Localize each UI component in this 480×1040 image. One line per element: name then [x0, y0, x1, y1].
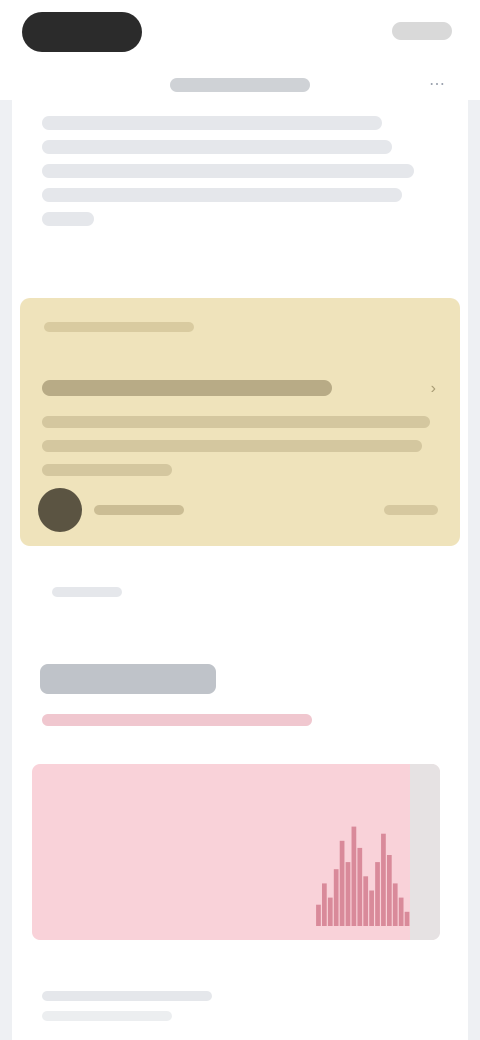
avatar — [38, 488, 82, 532]
page-title-placeholder — [170, 78, 310, 92]
intro-line — [42, 116, 382, 130]
more-link[interactable] — [46, 584, 122, 598]
intro-line — [42, 164, 414, 178]
chart-bar — [398, 897, 404, 926]
chevron-right-icon: › — [430, 380, 436, 397]
chart-bar — [392, 883, 398, 926]
card-body-line — [42, 464, 172, 476]
card-meta — [384, 502, 438, 515]
section-title-placeholder — [40, 664, 216, 694]
chart-bar — [386, 855, 392, 926]
right-gutter — [468, 100, 480, 1040]
chart-bar — [333, 869, 339, 926]
intro-paragraph — [42, 116, 422, 236]
chart-bar — [322, 883, 327, 926]
chart-bar — [381, 833, 386, 926]
card-eyebrow-placeholder — [44, 322, 194, 332]
card-body — [42, 416, 432, 488]
section-title — [40, 660, 216, 694]
pill-label — [22, 12, 142, 52]
status-indicator — [392, 22, 452, 40]
card-meta-placeholder — [384, 505, 438, 515]
page-title — [120, 72, 360, 100]
card-eyebrow — [44, 318, 194, 332]
intro-line — [42, 140, 392, 154]
card-author-placeholder — [94, 505, 184, 515]
chart-bar — [369, 890, 374, 926]
card-title — [42, 376, 332, 396]
section-subtitle-placeholder — [42, 714, 312, 726]
chart-bar — [357, 847, 363, 926]
more-link-placeholder — [52, 586, 122, 597]
chart-bar — [351, 826, 357, 926]
featured-card[interactable]: › — [20, 298, 460, 546]
chart-bar — [363, 876, 369, 926]
chart-bar — [375, 862, 380, 926]
intro-line — [42, 212, 94, 226]
section-subtitle — [42, 710, 312, 726]
chart-panel — [32, 764, 440, 940]
dynamic-island-pill — [22, 12, 142, 52]
left-gutter — [0, 100, 12, 1040]
chart-bar — [339, 840, 345, 926]
chart-bar — [345, 862, 351, 926]
card-body-line — [42, 440, 422, 452]
caption-line — [42, 1011, 172, 1021]
chart-edge — [410, 764, 440, 940]
card-body-line — [42, 416, 430, 428]
more-icon[interactable]: ⋯ — [424, 74, 450, 96]
chart-bar — [327, 897, 333, 926]
chart-caption — [42, 988, 212, 1021]
chart-bar — [404, 911, 410, 926]
caption-line — [42, 991, 212, 1001]
status-bar — [0, 0, 480, 60]
bar-chart — [316, 826, 410, 926]
chart-bar — [316, 904, 321, 926]
app-screen: ⋯ › — [0, 0, 480, 1040]
card-author — [94, 502, 184, 515]
card-title-placeholder — [42, 380, 332, 396]
intro-line — [42, 188, 402, 202]
